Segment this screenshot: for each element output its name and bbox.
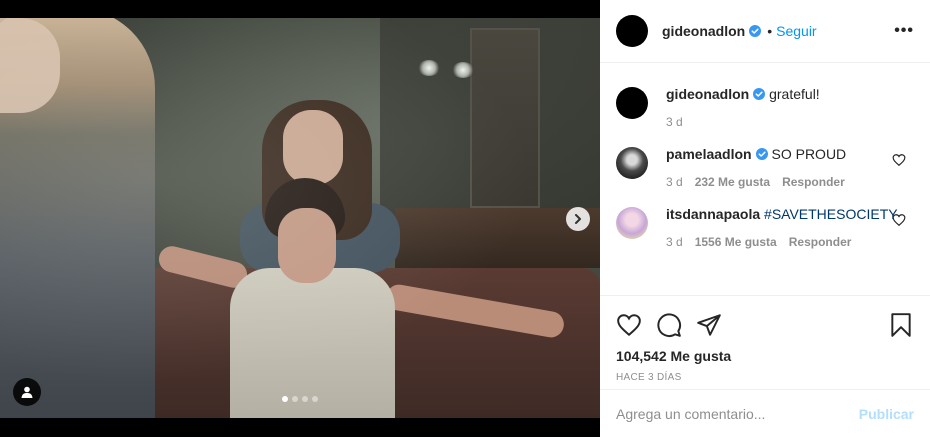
comment-meta: 3 d 232 Me gusta Responder [666,175,914,189]
caption-username[interactable]: gideonadlon [666,86,749,102]
verified-badge-icon [755,148,768,160]
comment-username[interactable]: itsdannapaola [666,206,760,222]
hashtag-link[interactable]: #SAVETHESOCIETY [764,206,898,222]
comment-text: pamelaadlon SO PROUD [666,145,914,163]
comment-body: SO PROUD [771,146,847,162]
publish-button[interactable]: Publicar [859,406,914,422]
comments-list: gideonadlon grateful! 3 d pamelaadlon SO… [600,63,930,295]
reply-button[interactable]: Responder [782,175,845,189]
comment-input[interactable] [616,405,859,422]
post-header: gideonadlon • Seguir ••• [600,0,930,63]
comment-username[interactable]: pamelaadlon [666,146,752,162]
user-tags-button[interactable] [13,378,41,406]
comment-time[interactable]: 3 d [666,175,683,189]
carousel-dot-active [282,396,288,402]
caption: gideonadlon grateful! 3 d [616,85,914,129]
more-options-icon[interactable]: ••• [894,22,914,40]
carousel-dot [302,396,308,402]
verified-badge-icon [749,25,762,37]
reply-button[interactable]: Responder [789,235,852,249]
caption-body: grateful! [769,86,820,102]
comment-time[interactable]: 3 d [666,235,683,249]
heart-icon[interactable] [892,213,906,227]
carousel-dot [312,396,318,402]
caption-time[interactable]: 3 d [666,115,683,129]
comment-text: itsdannapaola #SAVETHESOCIETY [666,205,914,223]
verified-badge-icon [753,88,766,100]
commenter-avatar[interactable] [616,207,648,239]
add-comment-bar: Publicar [600,389,930,437]
carousel-next-button[interactable] [566,207,590,231]
author-username[interactable]: gideonadlon [662,23,745,39]
paper-plane-icon[interactable] [696,312,722,338]
commenter-avatar[interactable] [616,147,648,179]
caption-text: gideonadlon grateful! [666,85,914,103]
comment-likes[interactable]: 232 Me gusta [695,175,770,189]
user-icon [21,386,33,398]
post-photo[interactable] [0,18,600,418]
heart-icon[interactable] [892,153,906,167]
post-media [0,0,600,437]
comment-bubble-icon[interactable] [656,312,682,338]
author-avatar[interactable] [616,87,648,119]
action-icons-row [616,301,914,349]
caption-meta: 3 d [666,115,914,129]
heart-icon[interactable] [616,312,642,338]
bookmark-icon[interactable] [888,312,914,338]
comment-likes[interactable]: 1556 Me gusta [695,235,777,249]
post-actions: 104,542 Me gusta HACE 3 DÍAS [600,295,930,383]
likes-count[interactable]: 104,542 Me gusta [616,348,914,364]
carousel-dot [292,396,298,402]
comment-meta: 3 d 1556 Me gusta Responder [666,235,914,249]
author-avatar[interactable] [616,15,648,47]
chevron-right-icon [575,214,581,224]
carousel-indicator [282,396,318,402]
comment-item: pamelaadlon SO PROUD 3 d 232 Me gusta Re… [616,145,914,189]
photo-haze [0,18,600,418]
comment-item: itsdannapaola #SAVETHESOCIETY 3 d 1556 M… [616,205,914,249]
post-details-panel: gideonadlon • Seguir ••• gideonadlon gra… [600,0,930,437]
follow-button[interactable]: Seguir [776,23,816,39]
post-timestamp[interactable]: HACE 3 DÍAS [616,372,914,383]
header-separator: • [767,23,773,39]
